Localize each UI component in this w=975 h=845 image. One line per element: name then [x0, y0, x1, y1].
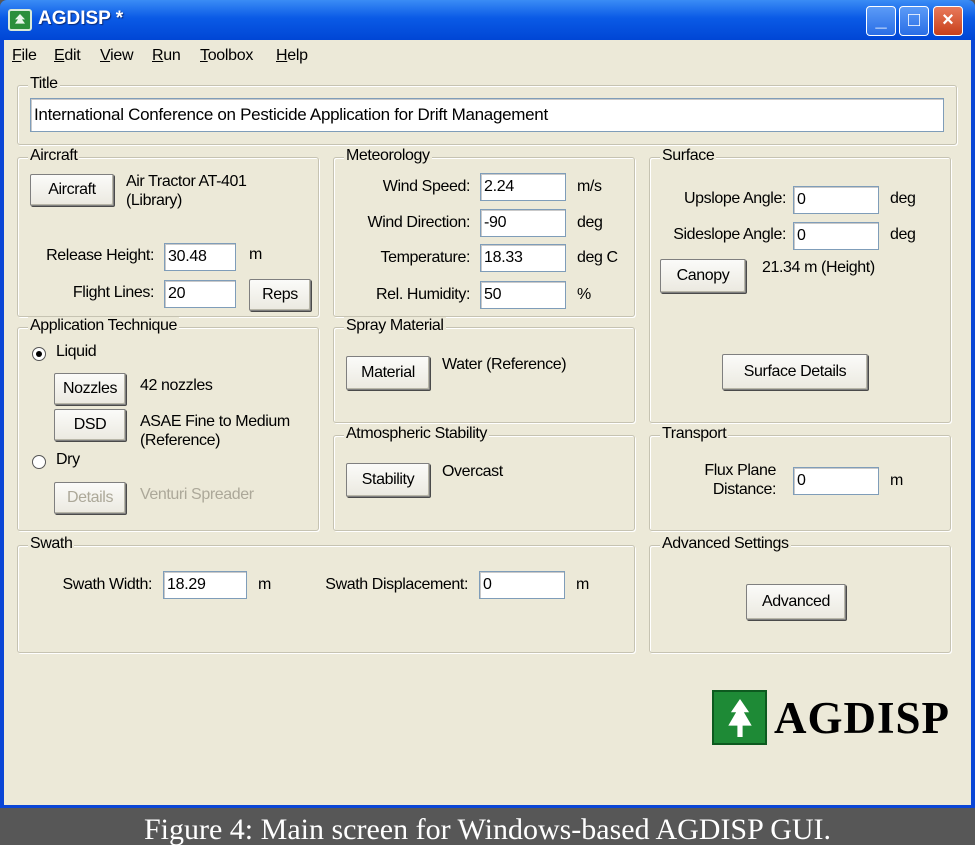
upslope-angle-input[interactable]: 0 — [793, 186, 879, 214]
stability-value: Overcast — [442, 463, 503, 480]
main-panel: File Edit View Run Toolbox Help Title In… — [4, 40, 971, 805]
swath-width-input[interactable]: 18.29 — [163, 571, 247, 599]
forest-service-shield-icon — [712, 690, 767, 745]
temperature-label: Temperature: — [380, 249, 471, 266]
aircraft-button[interactable]: Aircraft — [30, 174, 114, 206]
swath-displacement-input[interactable]: 0 — [479, 571, 565, 599]
aircraft-legend: Aircraft — [28, 147, 80, 165]
spray-material-group: Spray Material Material Water (Reference… — [333, 317, 635, 423]
advanced-button[interactable]: Advanced — [746, 584, 846, 620]
humidity-label: Rel. Humidity: — [376, 286, 470, 303]
aircraft-group: Aircraft Aircraft Air Tractor AT-401 (Li… — [17, 147, 319, 317]
sideslope-angle-input[interactable]: 0 — [793, 222, 879, 250]
wind-speed-label: Wind Speed: — [382, 178, 471, 195]
canopy-button[interactable]: Canopy — [660, 259, 746, 293]
menu-toolbox[interactable]: Toolbox — [200, 47, 253, 65]
release-height-input[interactable]: 30.48 — [164, 243, 236, 271]
surface-details-button[interactable]: Surface Details — [722, 354, 868, 390]
humidity-input[interactable]: 50 — [480, 281, 566, 309]
advanced-settings-group: Advanced Settings Advanced — [649, 535, 951, 653]
minimize-button[interactable]: _ — [866, 6, 896, 36]
swath-width-unit: m — [258, 576, 271, 593]
transport-legend: Transport — [660, 425, 729, 443]
maximize-button[interactable]: □ — [899, 6, 929, 36]
meteorology-legend: Meteorology — [344, 147, 432, 165]
wind-direction-label: Wind Direction: — [367, 214, 471, 231]
flux-plane-distance-unit: m — [890, 472, 903, 489]
title-legend: Title — [28, 75, 60, 93]
menu-edit[interactable]: Edit — [54, 47, 81, 65]
title-group: Title International Conference on Pestic… — [17, 75, 957, 145]
nozzles-button[interactable]: Nozzles — [54, 373, 126, 405]
nozzles-count: 42 nozzles — [140, 377, 213, 394]
wind-speed-unit: m/s — [577, 178, 602, 195]
wind-direction-input[interactable]: -90 — [480, 209, 566, 237]
wind-direction-unit: deg — [577, 214, 603, 231]
title-bar[interactable]: AGDISP * _ □ × — [0, 0, 975, 40]
swath-displacement-label: Swath Displacement: — [325, 576, 468, 593]
humidity-unit: % — [577, 286, 591, 303]
application-technique-legend: Application Technique — [28, 317, 179, 335]
flight-lines-label: Flight Lines: — [72, 284, 154, 301]
reps-button[interactable]: Reps — [249, 279, 311, 311]
flight-lines-input[interactable]: 20 — [164, 280, 236, 308]
sideslope-angle-label: Sideslope Angle: — [673, 226, 786, 243]
spray-material-legend: Spray Material — [344, 317, 446, 335]
title-input[interactable]: International Conference on Pesticide Ap… — [30, 98, 944, 132]
figure-caption: Figure 4: Main screen for Windows-based … — [0, 808, 975, 845]
liquid-radio[interactable] — [32, 347, 46, 361]
liquid-label: Liquid — [56, 343, 97, 360]
app-window: AGDISP * _ □ × File Edit View Run Toolbo… — [0, 0, 975, 808]
release-height-unit: m — [249, 246, 262, 263]
dsd-source: (Reference) — [140, 432, 221, 449]
sideslope-angle-unit: deg — [890, 226, 916, 243]
close-button[interactable]: × — [933, 6, 963, 36]
surface-legend: Surface — [660, 147, 717, 165]
meteorology-group: Meteorology Wind Speed: 2.24 m/s Wind Di… — [333, 147, 635, 317]
dry-spreader-value: Venturi Spreader — [140, 486, 254, 503]
temperature-unit: deg C — [577, 249, 618, 266]
menu-file[interactable]: File — [12, 47, 37, 65]
dsd-value: ASAE Fine to Medium — [140, 413, 290, 430]
flux-plane-distance-input[interactable]: 0 — [793, 467, 879, 495]
wind-speed-input[interactable]: 2.24 — [480, 173, 566, 201]
material-button[interactable]: Material — [346, 356, 430, 390]
temperature-input[interactable]: 18.33 — [480, 244, 566, 272]
application-technique-group: Application Technique Liquid Nozzles 42 … — [17, 317, 319, 531]
dry-details-button: Details — [54, 482, 126, 514]
aircraft-name: Air Tractor AT-401 — [126, 173, 247, 190]
release-height-label: Release Height: — [46, 247, 154, 264]
swath-width-label: Swath Width: — [62, 576, 153, 593]
atmospheric-stability-group: Atmospheric Stability Stability Overcast — [333, 425, 635, 531]
transport-group: Transport Flux Plane Distance: 0 m — [649, 425, 951, 531]
flux-plane-distance-label: Distance: — [712, 481, 777, 498]
menu-help[interactable]: Help — [276, 47, 308, 65]
window-title: AGDISP * — [38, 8, 124, 29]
swath-group: Swath Swath Width: 18.29 m Swath Displac… — [17, 535, 635, 653]
menu-view[interactable]: View — [100, 47, 134, 65]
stability-button[interactable]: Stability — [346, 463, 430, 497]
menu-run[interactable]: Run — [152, 47, 181, 65]
dry-radio[interactable] — [32, 455, 46, 469]
upslope-angle-label: Upslope Angle: — [683, 190, 786, 207]
upslope-angle-unit: deg — [890, 190, 916, 207]
surface-group: Surface Upslope Angle: 0 deg Sideslope A… — [649, 147, 951, 423]
canopy-height: 21.34 m (Height) — [762, 259, 875, 276]
swath-displacement-unit: m — [576, 576, 589, 593]
logo-text: AGDISP — [774, 693, 951, 743]
swath-legend: Swath — [28, 535, 75, 553]
menu-bar: File Edit View Run Toolbox Help — [4, 40, 971, 70]
tree-shield-icon — [8, 9, 32, 31]
dry-label: Dry — [56, 451, 80, 468]
atmospheric-stability-legend: Atmospheric Stability — [344, 425, 489, 443]
aircraft-source: (Library) — [126, 192, 182, 209]
flux-plane-label: Flux Plane — [704, 462, 776, 479]
material-value: Water (Reference) — [442, 356, 567, 373]
advanced-settings-legend: Advanced Settings — [660, 535, 791, 553]
dsd-button[interactable]: DSD — [54, 409, 126, 441]
